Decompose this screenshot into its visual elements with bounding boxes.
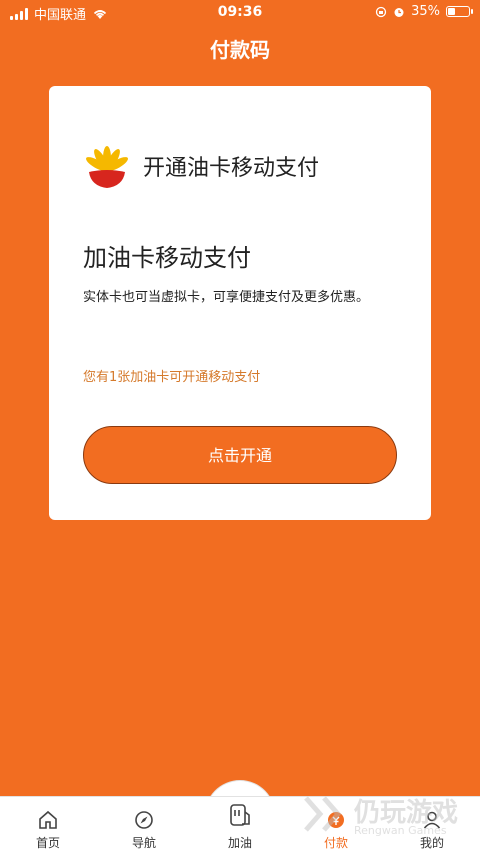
- card-heading: 加油卡移动支付: [83, 244, 251, 272]
- compass-icon: [135, 811, 153, 829]
- tab-refuel[interactable]: 加油: [204, 796, 276, 854]
- status-bar: 中国联通 09:36 35%: [0, 0, 480, 24]
- alarm-icon: [394, 7, 404, 17]
- tab-label: 首页: [35, 836, 60, 850]
- tab-label: 我的: [419, 836, 444, 850]
- tab-label: 导航: [131, 836, 156, 850]
- tab-profile[interactable]: 我的: [384, 797, 480, 854]
- tab-payment[interactable]: 付款: [288, 797, 384, 854]
- page-title: 付款码: [210, 38, 270, 62]
- open-payment-button[interactable]: 点击开通: [83, 426, 397, 484]
- brand-title: 开通油卡移动支付: [143, 156, 320, 181]
- tab-label: 加油: [227, 836, 252, 850]
- tab-home[interactable]: 首页: [0, 797, 96, 854]
- card-note: 您有1张加油卡可开通移动支付: [83, 370, 261, 385]
- fuel-card-icon: [230, 804, 250, 826]
- tab-label: 付款: [323, 836, 348, 850]
- rotation-lock-icon: [375, 6, 387, 17]
- card-description: 实体卡也可当虚拟卡，可享便捷支付及更多优惠。: [83, 290, 370, 305]
- payment-card: 开通油卡移动支付 加油卡移动支付 实体卡也可当虚拟卡，可享便捷支付及更多优惠。 …: [49, 86, 431, 520]
- payment-icon: [328, 812, 344, 828]
- user-icon: [423, 811, 441, 829]
- brand-row: 开通油卡移动支付: [83, 142, 319, 190]
- tab-navigation[interactable]: 导航: [96, 797, 192, 854]
- petrochina-logo-icon: [86, 146, 128, 188]
- battery-percent: 35%: [411, 4, 440, 19]
- home-icon: [39, 810, 57, 829]
- battery-icon: [446, 6, 473, 17]
